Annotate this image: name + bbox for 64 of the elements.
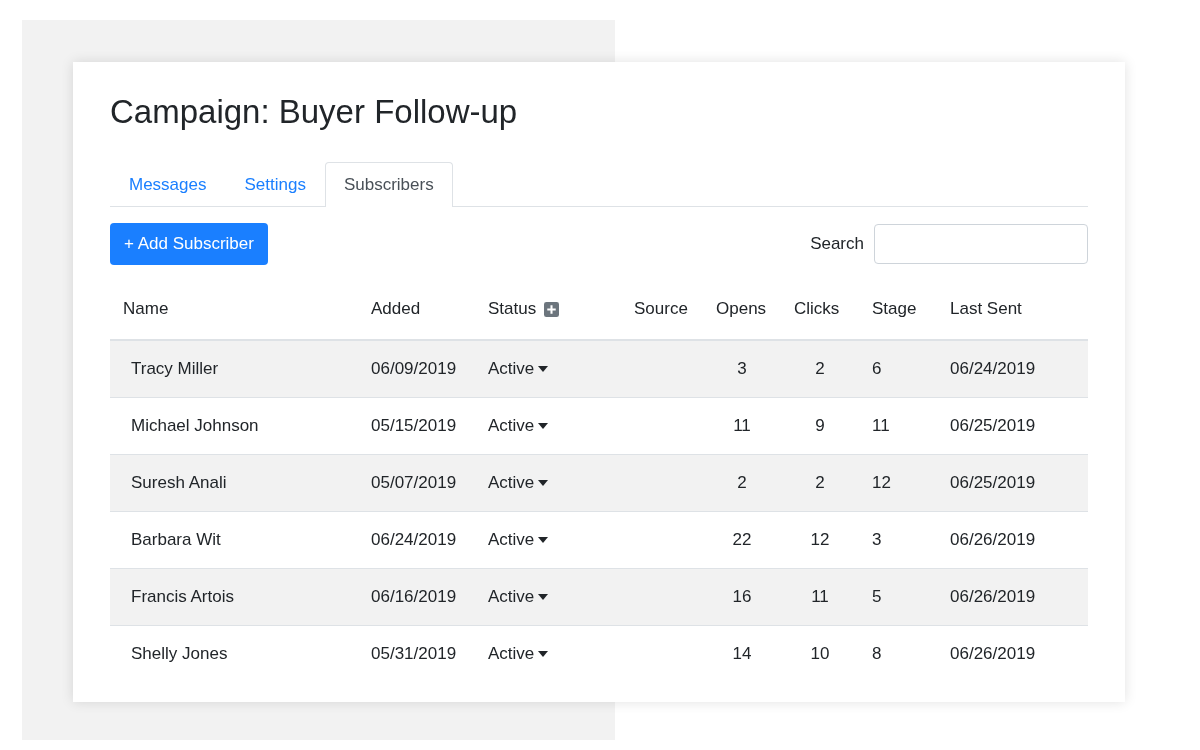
tab[interactable]: Messages <box>110 162 226 207</box>
table-cell: 11 <box>811 587 829 606</box>
subscriber-name: Tracy Miller <box>131 359 219 378</box>
caret-icon <box>538 651 549 657</box>
table-cell: 06/25/2019 <box>950 473 1036 492</box>
caret-icon <box>538 594 549 600</box>
tab[interactable]: Settings <box>225 162 325 207</box>
column-header: Stage <box>872 299 917 319</box>
table-cell: 06/24/2019 <box>371 530 457 549</box>
table-cell: 05/15/2019 <box>371 416 457 435</box>
subscriber-name: Barbara Wit <box>131 530 221 549</box>
subscriber-name: Francis Artois <box>131 587 234 606</box>
status-dropdown[interactable]: Active <box>488 416 549 436</box>
table-cell: 2 <box>815 473 825 492</box>
table-cell: 2 <box>815 359 825 378</box>
caret-icon <box>538 423 549 429</box>
table-cell: 12 <box>872 473 891 492</box>
column-header: Clicks <box>794 299 840 319</box>
column-header: Name <box>123 299 169 319</box>
table-cell: 5 <box>872 587 882 606</box>
table-cell: 06/09/2019 <box>371 359 457 378</box>
caret-icon <box>538 480 549 486</box>
table-cell: 06/26/2019 <box>950 644 1036 663</box>
table-cell: 6 <box>872 359 882 378</box>
subscriber-name: Shelly Jones <box>131 644 228 663</box>
table-cell: 06/25/2019 <box>950 416 1036 435</box>
column-header: Source <box>634 299 688 319</box>
table-cell: 3 <box>872 530 882 549</box>
table-cell: 22 <box>732 530 752 549</box>
table-cell: 11 <box>872 416 890 435</box>
status-dropdown[interactable]: Active <box>488 644 549 664</box>
table-cell: 3 <box>737 359 747 378</box>
table-cell: 05/07/2019 <box>371 473 457 492</box>
column-header: Status <box>488 299 537 319</box>
table-cell: 05/31/2019 <box>371 644 457 663</box>
tab[interactable]: Subscribers <box>324 162 453 207</box>
subscriber-name: Michael Johnson <box>131 416 259 435</box>
status-dropdown[interactable]: Active <box>488 359 549 379</box>
column-header: Added <box>371 299 421 319</box>
table-cell: 06/24/2019 <box>950 359 1036 378</box>
table-cell: 12 <box>810 530 830 549</box>
caret-icon <box>538 366 549 372</box>
column-header: Last Sent <box>950 299 1022 319</box>
status-dropdown[interactable]: Active <box>488 473 549 493</box>
status-dropdown[interactable]: Active <box>488 587 549 607</box>
add-subscriber-button[interactable]: + Add Subscriber <box>110 223 268 265</box>
status-dropdown[interactable]: Active <box>488 530 549 550</box>
table-cell: 16 <box>732 587 752 606</box>
add-filter-icon[interactable] <box>544 301 560 317</box>
table-cell: 11 <box>733 416 751 435</box>
table-cell: 06/26/2019 <box>950 587 1036 606</box>
search-field[interactable] <box>874 224 1088 264</box>
page-title: Campaign: Buyer Follow-up <box>110 92 519 132</box>
table-cell: 2 <box>737 473 747 492</box>
table-cell: 06/16/2019 <box>371 587 457 606</box>
table-cell: 9 <box>815 416 825 435</box>
column-header: Opens <box>716 299 767 319</box>
table-cell: 8 <box>872 644 882 663</box>
table-cell: 06/26/2019 <box>950 530 1036 549</box>
subscriber-name: Suresh Anali <box>131 473 227 492</box>
table-cell: 10 <box>810 644 830 663</box>
search-label: Search <box>810 234 864 254</box>
caret-icon <box>538 537 549 543</box>
table-cell: 14 <box>732 644 752 663</box>
